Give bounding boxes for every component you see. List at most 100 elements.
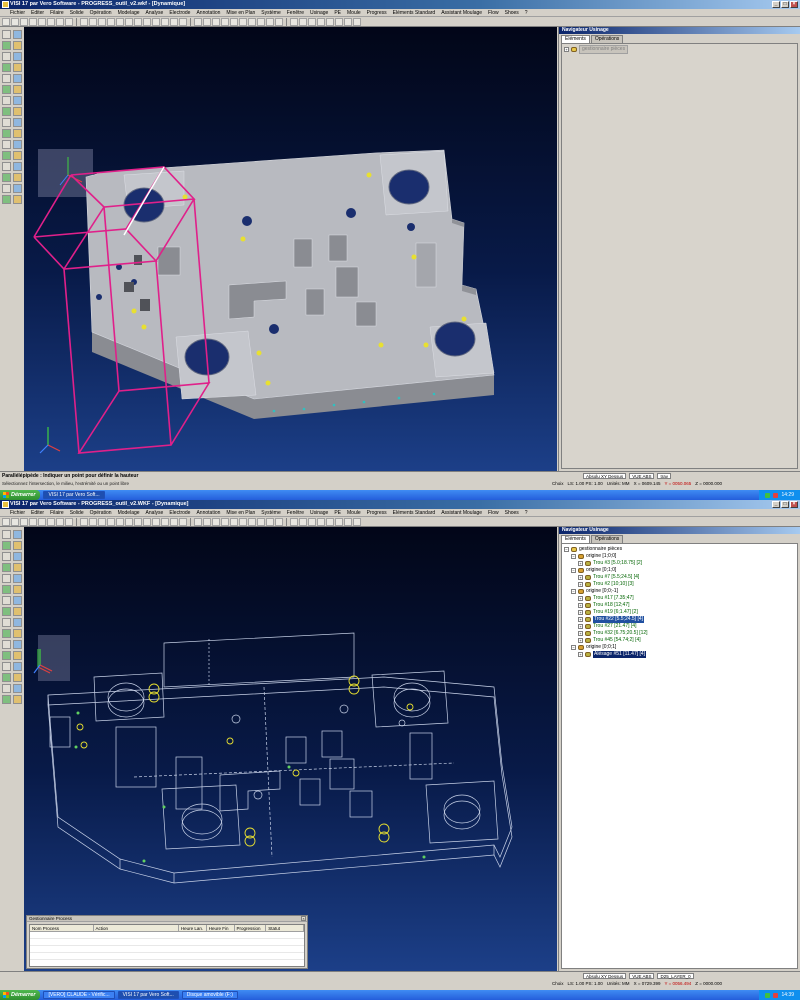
toolbar-tool-icon[interactable]	[299, 517, 307, 526]
tree-item[interactable]: − gestionnaire pièces	[564, 546, 795, 553]
tree-item[interactable]: + Trou #7 [5.5;24.5] [4]	[564, 574, 795, 581]
toolbar-tool-icon[interactable]	[20, 517, 28, 526]
toolbar-tool-icon[interactable]	[20, 17, 28, 26]
antivirus-icon[interactable]	[773, 492, 779, 498]
tool-icon[interactable]	[13, 563, 22, 572]
tab-operations[interactable]: Opérations	[590, 535, 624, 543]
tool-icon[interactable]	[2, 684, 11, 693]
tool-icon[interactable]	[13, 85, 22, 94]
menu-item[interactable]: Flow	[488, 510, 499, 516]
tool-icon[interactable]	[13, 30, 22, 39]
start-button[interactable]: Démarrer	[0, 490, 41, 500]
toolbar-tool-icon[interactable]	[353, 517, 361, 526]
task-removable-disk[interactable]: Disque amovible (F:)	[181, 991, 238, 999]
minimize-button[interactable]: _	[772, 501, 780, 508]
view-mode-field[interactable]: Absolu XY Dessus	[583, 973, 627, 979]
toolbar-tool-icon[interactable]	[161, 17, 169, 26]
toolbar-tool-icon[interactable]	[344, 517, 352, 526]
toolbar-tool-icon[interactable]	[170, 517, 178, 526]
tab-elements[interactable]: Eléments	[561, 535, 590, 543]
tool-icon[interactable]	[13, 63, 22, 72]
tool-icon[interactable]	[13, 684, 22, 693]
toolbar-tool-icon[interactable]	[221, 517, 229, 526]
tool-icon[interactable]	[13, 96, 22, 105]
expand-icon[interactable]: +	[578, 631, 583, 636]
toolbar-tool-icon[interactable]	[239, 517, 247, 526]
close-button[interactable]: ×	[790, 501, 798, 508]
menu-item[interactable]: Système	[261, 10, 280, 16]
toolbar-tool-icon[interactable]	[134, 17, 142, 26]
menu-item[interactable]: Shoes	[505, 10, 519, 16]
tool-icon[interactable]	[13, 541, 22, 550]
tree-item[interactable]: + Trou #2 [10;10] [3]	[564, 581, 795, 588]
menu-item[interactable]: Système	[261, 510, 280, 516]
toolbar-tool-icon[interactable]	[65, 517, 73, 526]
toolbar-tool-icon[interactable]	[143, 517, 151, 526]
expand-icon[interactable]: +	[578, 610, 583, 615]
menu-item[interactable]: Analyse	[146, 10, 164, 16]
tool-icon[interactable]	[2, 585, 11, 594]
start-button[interactable]: Démarrer	[0, 990, 41, 1000]
toolbar-tool-icon[interactable]	[290, 517, 298, 526]
column-header[interactable]: Statut	[266, 925, 305, 931]
minimize-button[interactable]: _	[772, 1, 780, 8]
expand-icon[interactable]: +	[578, 624, 583, 629]
menu-item[interactable]: Filaire	[50, 510, 64, 516]
toolbar-tool-icon[interactable]	[2, 517, 10, 526]
menu-item[interactable]: Fenêtre	[287, 10, 304, 16]
tool-icon[interactable]	[2, 673, 11, 682]
menu-item[interactable]: Fichier	[10, 510, 25, 516]
tree-item[interactable]: − origine [0;0;1]	[564, 644, 795, 651]
tool-icon[interactable]	[2, 107, 11, 116]
toolbar-tool-icon[interactable]	[116, 517, 124, 526]
toolbar-tool-icon[interactable]	[290, 17, 298, 26]
menu-item[interactable]: Fenêtre	[287, 510, 304, 516]
tool-icon[interactable]	[2, 184, 11, 193]
tool-icon[interactable]	[2, 640, 11, 649]
tab-operations[interactable]: Opérations	[590, 35, 624, 43]
toolbar-tool-icon[interactable]	[65, 17, 73, 26]
menu-item[interactable]: Annotation	[196, 510, 220, 516]
menu-item[interactable]: Moule	[347, 10, 361, 16]
tool-icon[interactable]	[2, 96, 11, 105]
close-button[interactable]: ×	[790, 1, 798, 8]
toolbar-tool-icon[interactable]	[2, 17, 10, 26]
menu-item[interactable]: Eléments Standard	[393, 10, 436, 16]
toolbar-tool-icon[interactable]	[308, 17, 316, 26]
viewport-3d[interactable]	[24, 527, 557, 971]
menu-item[interactable]: Mise en Plan	[226, 10, 255, 16]
toolbar-tool-icon[interactable]	[317, 517, 325, 526]
toolbar-tool-icon[interactable]	[179, 17, 187, 26]
tool-icon[interactable]	[2, 530, 11, 539]
toolbar-tool-icon[interactable]	[161, 517, 169, 526]
tree-item[interactable]: − origine [0;1;0]	[564, 567, 795, 574]
toolbar-tool-icon[interactable]	[125, 517, 133, 526]
tool-icon[interactable]	[2, 30, 11, 39]
tree-item[interactable]: + Alésage #51 [11.47] [4]	[564, 651, 795, 658]
expand-icon[interactable]: +	[578, 575, 583, 580]
toolbar-tool-icon[interactable]	[170, 17, 178, 26]
tree-item[interactable]: − origine [1;0;0]	[564, 553, 795, 560]
toolbar-tool-icon[interactable]	[80, 517, 88, 526]
toolbar-tool-icon[interactable]	[80, 17, 88, 26]
toolbar-tool-icon[interactable]	[134, 517, 142, 526]
expand-icon[interactable]: −	[571, 568, 576, 573]
tree-item[interactable]: + Trou #27 [21.47] [4]	[564, 623, 795, 630]
tool-icon[interactable]	[13, 140, 22, 149]
tool-icon[interactable]	[13, 673, 22, 682]
layer-field[interactable]: D25_LAYER_0	[657, 973, 694, 979]
tool-icon[interactable]	[2, 563, 11, 572]
tool-icon[interactable]	[13, 195, 22, 204]
tool-icon[interactable]	[2, 195, 11, 204]
toolbar-tool-icon[interactable]	[98, 17, 106, 26]
tool-icon[interactable]	[2, 173, 11, 182]
toolbar-tool-icon[interactable]	[89, 517, 97, 526]
tool-icon[interactable]	[13, 596, 22, 605]
menu-item[interactable]: Mise en Plan	[226, 510, 255, 516]
toolbar-tool-icon[interactable]	[221, 17, 229, 26]
maximize-button[interactable]: □	[781, 501, 789, 508]
expand-icon[interactable]: −	[571, 589, 576, 594]
expand-icon[interactable]: −	[564, 547, 569, 552]
tool-icon[interactable]	[13, 184, 22, 193]
tool-icon[interactable]	[2, 541, 11, 550]
